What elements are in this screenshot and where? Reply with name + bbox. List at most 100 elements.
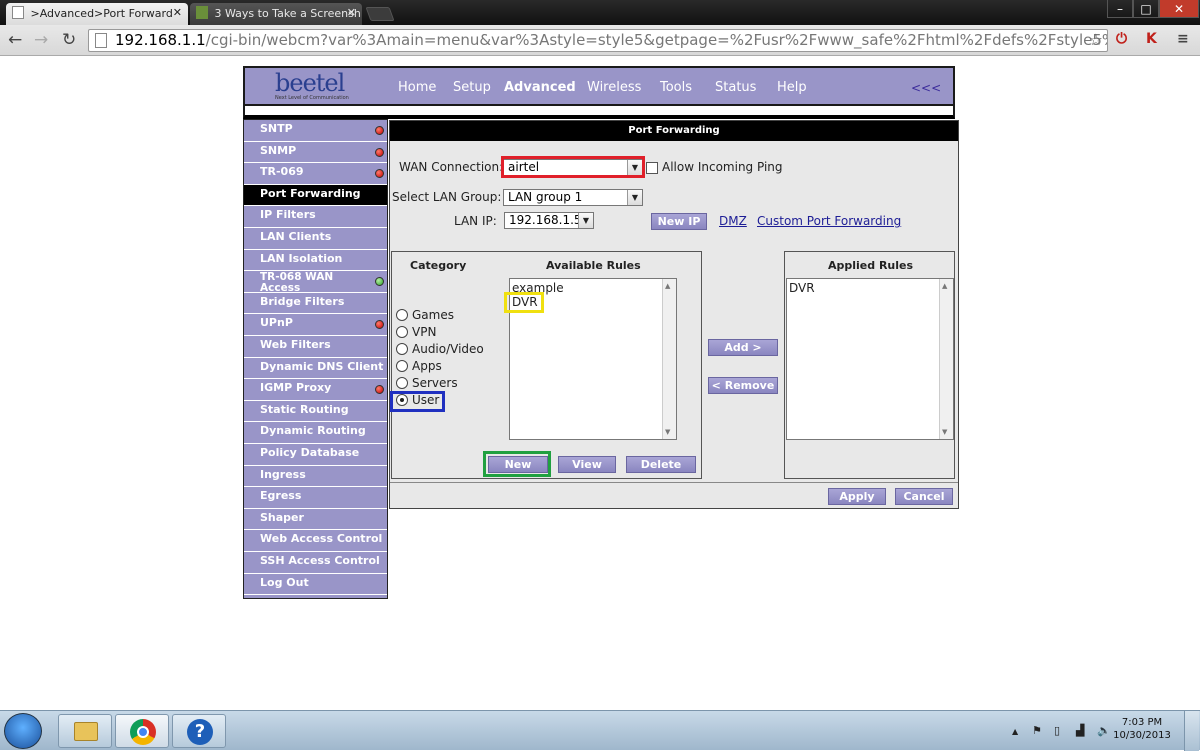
sidebar-item-lan-clients[interactable]: LAN Clients	[244, 228, 387, 250]
network-icon[interactable]: ▟	[1076, 724, 1084, 737]
nav-tools[interactable]: Tools	[660, 80, 692, 95]
category-option-audio-video[interactable]: Audio/Video	[396, 342, 491, 358]
nav-setup[interactable]: Setup	[453, 80, 491, 95]
sidebar-item-shaper[interactable]: Shaper	[244, 509, 387, 531]
minimize-button[interactable]: –	[1107, 0, 1133, 18]
category-option-servers[interactable]: Servers	[396, 376, 491, 392]
show-hidden-icons-arrow[interactable]: ▲	[1012, 727, 1018, 736]
page-icon	[95, 33, 107, 48]
allow-ping-checkbox[interactable]	[646, 162, 658, 174]
sidebar-item-egress[interactable]: Egress	[244, 487, 387, 509]
dmz-link[interactable]: DMZ	[719, 214, 747, 228]
maximize-button[interactable]: □	[1133, 0, 1159, 18]
lan-ip-select[interactable]: 192.168.1.5 ▼	[504, 212, 594, 229]
nav-help[interactable]: Help	[777, 80, 807, 95]
available-rules-list[interactable]: example DVR ▲ ▼	[509, 278, 677, 440]
start-button[interactable]	[4, 713, 42, 749]
sidebar-item-web-filters[interactable]: Web Filters	[244, 336, 387, 358]
system-clock[interactable]: 7:03 PM 10/30/2013	[1112, 716, 1172, 742]
radio-button[interactable]	[396, 394, 408, 406]
sidebar-item-tr-069[interactable]: TR-069	[244, 163, 387, 185]
tab-screenshot-article[interactable]: 3 Ways to Take a Screensh ✕	[190, 3, 362, 25]
device-icon[interactable]: ▯	[1054, 724, 1060, 737]
menu-icon[interactable]: ≡	[1177, 31, 1189, 47]
reload-icon[interactable]: ↻	[62, 30, 76, 50]
collapse-link[interactable]: <<<	[911, 81, 941, 95]
volume-icon[interactable]: 🔈	[1097, 724, 1111, 737]
radio-button[interactable]	[396, 309, 408, 321]
close-tab-icon[interactable]: ✕	[347, 6, 356, 19]
apply-button[interactable]: Apply	[828, 488, 886, 505]
sidebar-item-snmp[interactable]: SNMP	[244, 142, 387, 164]
flag-icon[interactable]: ⚑	[1032, 724, 1042, 737]
address-bar[interactable]: 192.168.1.1/cgi-bin/webcm?var%3Amain=men…	[88, 29, 1108, 52]
sidebar-item-ip-filters[interactable]: IP Filters	[244, 206, 387, 228]
radio-button[interactable]	[396, 377, 408, 389]
radio-button[interactable]	[396, 326, 408, 338]
scroll-up-icon[interactable]: ▲	[665, 282, 670, 290]
category-option-vpn[interactable]: VPN	[396, 325, 491, 341]
radio-button[interactable]	[396, 343, 408, 355]
sidebar-item-policy-database[interactable]: Policy Database	[244, 444, 387, 466]
sidebar-item-sntp[interactable]: SNTP	[244, 120, 387, 142]
new-rule-button[interactable]: New	[488, 456, 548, 473]
close-tab-icon[interactable]: ✕	[173, 6, 182, 19]
sidebar-item-bridge-filters[interactable]: Bridge Filters	[244, 293, 387, 315]
sidebar-menu: SNTP SNMP TR-069 Port Forwarding IP Filters L…	[243, 119, 388, 599]
category-option-games[interactable]: Games	[396, 308, 491, 324]
nav-advanced[interactable]: Advanced	[504, 80, 576, 95]
list-item[interactable]: DVR	[789, 281, 815, 295]
category-label: Apps	[412, 359, 442, 373]
back-icon[interactable]: ←	[8, 30, 22, 50]
scroll-down-icon[interactable]: ▼	[942, 428, 947, 436]
custom-port-forwarding-link[interactable]: Custom Port Forwarding	[757, 214, 901, 228]
nav-wireless[interactable]: Wireless	[587, 80, 641, 95]
close-window-button[interactable]: ✕	[1159, 0, 1199, 18]
sidebar-item-dynamic-routing[interactable]: Dynamic Routing	[244, 422, 387, 444]
beetel-logo[interactable]: beetel Next Level of Communication	[275, 71, 359, 105]
sidebar-item-upnp[interactable]: UPnP	[244, 314, 387, 336]
explorer-taskbar-button[interactable]	[58, 714, 112, 748]
sidebar-item-tr-068-wan-access[interactable]: TR-068 WAN Access	[244, 271, 387, 294]
remove-rule-button[interactable]: < Remove	[708, 377, 778, 394]
lan-group-select[interactable]: LAN group 1 ▼	[503, 189, 643, 206]
applied-rules-list[interactable]: DVR ▲ ▼	[786, 278, 954, 440]
sidebar-item-lan-isolation[interactable]: LAN Isolation	[244, 250, 387, 272]
list-item[interactable]: example	[512, 281, 564, 295]
tab-port-forward[interactable]: >Advanced>Port Forward ✕	[6, 3, 188, 25]
list-item[interactable]: DVR	[512, 295, 538, 309]
view-rule-button[interactable]: View	[558, 456, 616, 473]
sidebar-item-web-access-control[interactable]: Web Access Control	[244, 530, 387, 552]
extension-power-icon[interactable]: ⏻	[1116, 31, 1127, 47]
add-rule-button[interactable]: Add >	[708, 339, 778, 356]
sidebar-item-ssh-access-control[interactable]: SSH Access Control	[244, 552, 387, 574]
scrollbar[interactable]: ▲ ▼	[939, 279, 953, 439]
category-option-apps[interactable]: Apps	[396, 359, 491, 375]
sidebar-item-port-forwarding[interactable]: Port Forwarding	[244, 184, 387, 207]
cancel-button[interactable]: Cancel	[895, 488, 953, 505]
chevron-down-icon: ▼	[627, 190, 642, 205]
sidebar-item-igmp-proxy[interactable]: IGMP Proxy	[244, 379, 387, 401]
nav-home[interactable]: Home	[398, 80, 436, 95]
show-desktop-button[interactable]	[1184, 711, 1199, 751]
sidebar-item-log-out[interactable]: Log Out	[244, 574, 387, 596]
url-host: 192.168.1.1	[115, 31, 206, 49]
sidebar-item-ingress[interactable]: Ingress	[244, 466, 387, 488]
bookmark-star-icon[interactable]: ☆	[1089, 30, 1103, 49]
scrollbar[interactable]: ▲ ▼	[662, 279, 676, 439]
chrome-taskbar-button[interactable]	[115, 714, 169, 748]
scroll-down-icon[interactable]: ▼	[665, 428, 670, 436]
category-option-user[interactable]: User	[396, 393, 491, 409]
new-tab-button[interactable]	[365, 7, 395, 21]
new-ip-button[interactable]: New IP	[651, 213, 707, 230]
forward-icon[interactable]: →	[34, 30, 48, 50]
nav-status[interactable]: Status	[715, 80, 756, 95]
radio-button[interactable]	[396, 360, 408, 372]
scroll-up-icon[interactable]: ▲	[942, 282, 947, 290]
wan-connection-select[interactable]: airtel ▼	[503, 159, 643, 176]
help-taskbar-button[interactable]: ?	[172, 714, 226, 748]
extension-k-icon[interactable]: K	[1146, 31, 1157, 47]
sidebar-item-dynamic-dns-client[interactable]: Dynamic DNS Client	[244, 358, 387, 380]
delete-rule-button[interactable]: Delete	[626, 456, 696, 473]
sidebar-item-static-routing[interactable]: Static Routing	[244, 401, 387, 423]
